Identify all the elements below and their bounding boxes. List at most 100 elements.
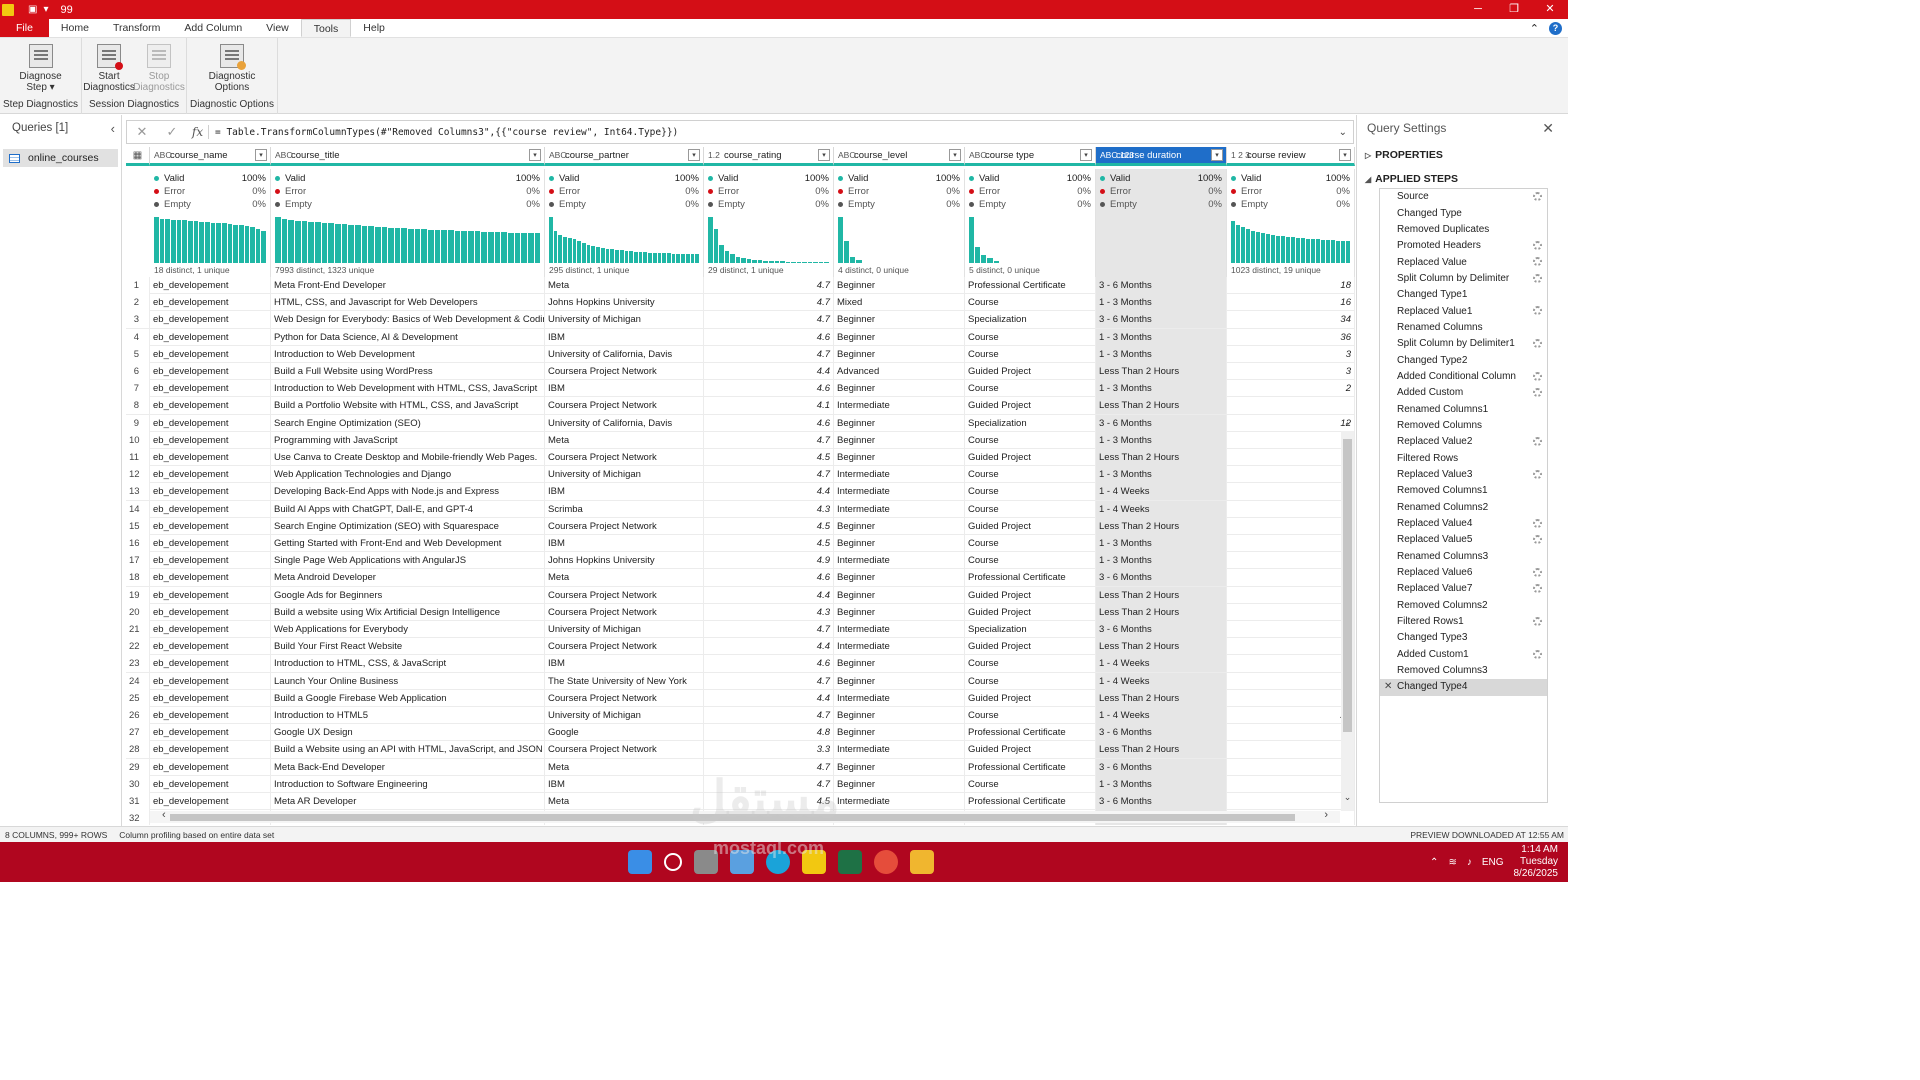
table-cell[interactable]: 36 <box>1227 328 1355 346</box>
applied-step-changed-type3[interactable]: Changed Type3 <box>1380 630 1547 646</box>
tab-help[interactable]: Help <box>351 19 397 37</box>
table-cell[interactable]: 4.6 <box>704 414 834 432</box>
table-cell[interactable]: Beginner <box>834 569 965 587</box>
table-cell[interactable]: Guided Project <box>965 397 1096 415</box>
table-cell[interactable]: eb_developement <box>150 311 271 329</box>
table-row[interactable]: 1 eb_developement Meta Front-End Developer… <box>126 277 1355 295</box>
table-cell[interactable]: eb_developement <box>150 793 271 810</box>
filter-dropdown-icon[interactable]: ▾ <box>818 149 830 161</box>
table-cell[interactable]: Web Application Technologies and Django <box>271 466 545 484</box>
table-cell[interactable]: Introduction to HTML5 <box>271 707 545 724</box>
filter-dropdown-icon[interactable]: ▾ <box>1211 149 1223 161</box>
table-row[interactable]: 22 eb_developement Build Your First React … <box>126 638 1355 656</box>
table-cell[interactable]: Coursera Project Network <box>545 603 704 621</box>
applied-step-replaced-value2[interactable]: Replaced Value2 <box>1380 434 1547 450</box>
table-cell[interactable]: Beginner <box>834 724 965 742</box>
step-settings-gear-icon[interactable] <box>1533 535 1542 545</box>
applied-step-replaced-value5[interactable]: Replaced Value5 <box>1380 532 1547 548</box>
diagnose-step-button[interactable]: Diagnose Step ▾ <box>17 44 65 98</box>
table-cell[interactable]: eb_developement <box>150 345 271 363</box>
table-cell[interactable]: Course <box>965 345 1096 363</box>
table-cell[interactable]: 1 - 4 Weeks <box>1096 483 1227 501</box>
table-cell[interactable]: IBM <box>545 483 704 501</box>
step-settings-gear-icon[interactable] <box>1533 339 1542 349</box>
table-cell[interactable]: 79 <box>1227 724 1355 742</box>
table-cell[interactable] <box>1227 603 1355 621</box>
table-cell[interactable]: Developing Back-End Apps with Node.js an… <box>271 483 545 501</box>
type-icon[interactable]: ABC <box>834 150 855 160</box>
file-explorer-icon[interactable] <box>910 850 934 874</box>
table-cell[interactable]: 3 - 6 Months <box>1096 621 1227 638</box>
applied-step-added-custom1[interactable]: Added Custom1 <box>1380 647 1547 663</box>
table-cell[interactable]: Getting Started with Front-End and Web D… <box>271 535 545 552</box>
scroll-up-icon[interactable]: ⌃ <box>1341 421 1354 432</box>
table-cell[interactable]: Specialization <box>965 621 1096 638</box>
table-cell[interactable]: eb_developement <box>150 517 271 535</box>
column-header-course-title[interactable]: ABC course_title ▾ <box>271 147 545 166</box>
table-cell[interactable]: Intermediate <box>834 741 965 759</box>
table-cell[interactable]: Coursera Project Network <box>545 741 704 759</box>
expand-formula-icon[interactable]: ⌄ <box>1339 127 1347 138</box>
table-cell[interactable]: Coursera Project Network <box>545 449 704 466</box>
table-row[interactable]: 21 eb_developement Web Applications for Ev… <box>126 621 1355 639</box>
table-cell[interactable]: Intermediate <box>834 621 965 638</box>
table-cell[interactable]: 1 - 4 Weeks <box>1096 655 1227 673</box>
table-cell[interactable]: 6 <box>1227 569 1355 587</box>
table-cell[interactable]: eb_developement <box>150 758 271 776</box>
table-cell[interactable]: Course <box>965 294 1096 312</box>
table-row[interactable]: 10 eb_developement Programming with JavaSc… <box>126 431 1355 449</box>
step-settings-gear-icon[interactable] <box>1533 257 1542 267</box>
applied-step-split-column-by-delimiter1[interactable]: Split Column by Delimiter1 <box>1380 336 1547 352</box>
table-cell[interactable]: Google <box>545 724 704 742</box>
table-cell[interactable]: 4.6 <box>704 328 834 346</box>
table-cell[interactable]: 2 <box>1227 380 1355 398</box>
table-cell[interactable] <box>1227 672 1355 690</box>
table-cell[interactable]: eb_developement <box>150 294 271 312</box>
table-cell[interactable]: Beginner <box>834 328 965 346</box>
delete-step-icon[interactable]: ✕ <box>1384 679 1392 695</box>
table-cell[interactable]: 3 <box>1227 431 1355 449</box>
value-distribution[interactable] <box>154 217 267 263</box>
table-cell[interactable]: 1 - 4 Weeks <box>1096 672 1227 690</box>
step-settings-gear-icon[interactable] <box>1533 437 1542 447</box>
table-cell[interactable]: 1 <box>1227 449 1355 466</box>
table-cell[interactable]: 4.7 <box>704 277 834 294</box>
type-icon[interactable]: ABC <box>965 150 986 160</box>
table-row[interactable]: 26 eb_developement Introduction to HTML5 Un… <box>126 707 1355 725</box>
table-cell[interactable]: 1 - 3 Months <box>1096 431 1227 449</box>
table-cell[interactable] <box>1227 483 1355 501</box>
value-distribution[interactable] <box>549 217 699 263</box>
table-cell[interactable]: eb_developement <box>150 397 271 415</box>
table-cell[interactable]: Meta AR Developer <box>271 793 545 810</box>
vertical-scrollbar[interactable]: ⌃ ⌄ <box>1341 421 1354 811</box>
table-cell[interactable]: Advanced <box>834 363 965 380</box>
table-cell[interactable]: University of California, Davis <box>545 414 704 432</box>
table-cell[interactable]: 3.3 <box>704 741 834 759</box>
table-cell[interactable]: 9 <box>1227 621 1355 638</box>
table-cell[interactable]: Less Than 2 Hours <box>1096 363 1227 380</box>
table-cell[interactable]: eb_developement <box>150 741 271 759</box>
scroll-down-icon[interactable]: ⌄ <box>1341 792 1354 803</box>
table-cell[interactable]: 3 - 6 Months <box>1096 724 1227 742</box>
table-cell[interactable]: 3 - 6 Months <box>1096 277 1227 294</box>
filter-dropdown-icon[interactable]: ▾ <box>529 149 541 161</box>
table-cell[interactable]: 1 - 3 Months <box>1096 328 1227 346</box>
table-cell[interactable]: Beginner <box>834 345 965 363</box>
type-icon[interactable]: ABC <box>150 150 171 160</box>
table-cell[interactable]: Beginner <box>834 655 965 673</box>
value-distribution[interactable] <box>1100 217 1222 263</box>
table-row[interactable]: 2 eb_developement HTML, CSS, and Javascrip… <box>126 294 1355 312</box>
table-cell[interactable]: Coursera Project Network <box>545 638 704 656</box>
applied-step-added-custom[interactable]: Added Custom <box>1380 385 1547 401</box>
table-cell[interactable]: Course <box>965 655 1096 673</box>
table-cell[interactable]: 4.3 <box>704 603 834 621</box>
type-icon[interactable]: 1.2 <box>704 150 724 160</box>
table-cell[interactable]: Johns Hopkins University <box>545 294 704 312</box>
table-cell[interactable]: eb_developement <box>150 621 271 638</box>
table-cell[interactable]: Web Design for Everybody: Basics of Web … <box>271 311 545 329</box>
table-cell[interactable]: eb_developement <box>150 449 271 466</box>
column-header-course-name[interactable]: ABC course_name ▾ <box>150 147 271 166</box>
table-cell[interactable]: Meta Back-End Developer <box>271 758 545 776</box>
applied-step-removed-duplicates[interactable]: Removed Duplicates <box>1380 222 1547 238</box>
table-cell[interactable]: Introduction to Web Development with HTM… <box>271 380 545 398</box>
